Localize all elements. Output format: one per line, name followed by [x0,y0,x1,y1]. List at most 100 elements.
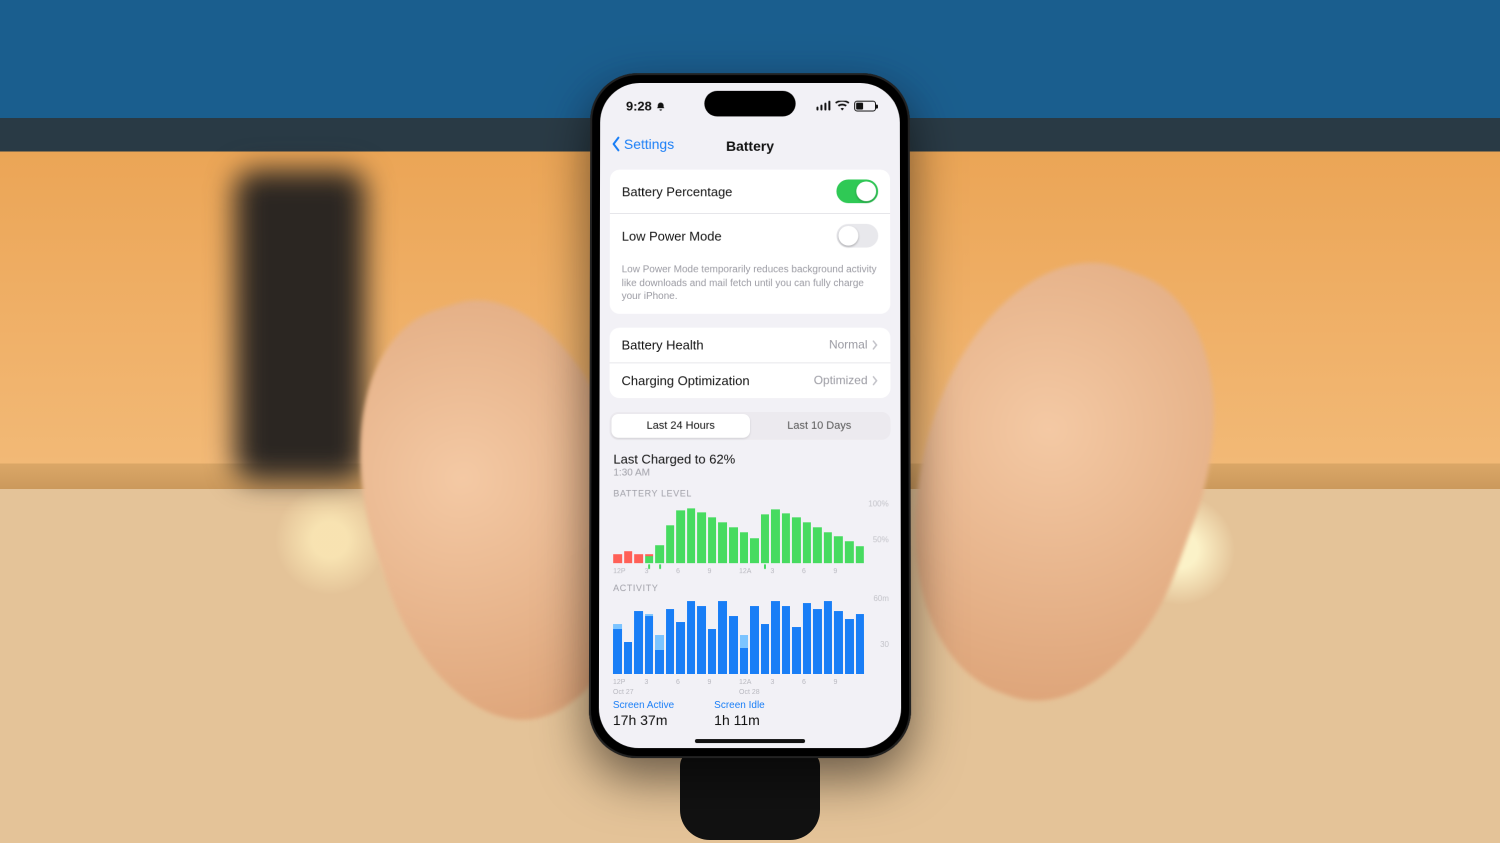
activity-bar [729,596,739,674]
chevron-right-icon [872,375,879,386]
activity-bar [645,596,655,674]
level-bar [740,501,750,563]
screen-idle-value: 1h 11m [714,712,765,728]
level-bar [655,501,665,563]
level-bar [761,501,771,563]
activity-bar [824,596,834,674]
activity-bar [845,596,855,674]
activity-bar [666,596,676,674]
activity-bar [634,596,644,674]
activity-metrics: Screen Active 17h 37m Screen Idle 1h 11m [599,692,901,732]
level-bar [750,501,760,563]
scroll-content[interactable]: Battery Percentage Low Power Mode Low Po… [599,170,901,748]
y-60m: 60m [873,594,889,603]
battery-percentage-label: Battery Percentage [622,184,733,199]
activity-bar [782,596,792,674]
level-bar [645,501,655,563]
activity-bar [718,596,728,674]
level-bar [729,501,739,563]
battery-level-label: BATTERY LEVEL [599,478,900,501]
activity-label: ACTIVITY [599,573,901,596]
group-toggles: Battery Percentage Low Power Mode Low Po… [610,170,891,314]
activity-bar [750,596,760,674]
activity-chart: 60m 30 12P36912A369 Oct 27Oct 28 [613,596,887,692]
segmented-control[interactable]: Last 24 Hours Last 10 Days [609,411,890,439]
y-100: 100% [868,499,888,508]
level-bar [708,501,718,563]
activity-bar [834,596,844,674]
iphone-frame: 9:28 Settings Battery [589,73,911,758]
battery-health-value: Normal [829,338,868,352]
activity-bar [624,596,634,674]
last-charged-time: 1:30 AM [613,467,886,478]
level-bar [697,501,707,563]
charging-opt-label: Charging Optimization [621,373,749,388]
activity-bar [687,596,697,674]
level-bar [803,501,813,563]
level-bar [782,501,792,563]
background-object [235,170,365,480]
row-battery-percentage[interactable]: Battery Percentage [610,170,890,213]
level-bar [634,501,644,563]
activity-bar [655,596,665,674]
battery-health-label: Battery Health [622,337,704,352]
y-30: 30 [880,640,889,649]
metric-screen-active: Screen Active 17h 37m [613,700,674,728]
activity-bar [697,596,707,674]
level-bar [624,501,634,563]
chevron-right-icon [871,339,878,350]
level-bar [676,501,686,563]
activity-bar [708,596,718,674]
group-links: Battery Health Normal Charging Optimizat… [610,327,891,397]
activity-bar [740,596,750,674]
dnd-icon [655,98,665,113]
status-time: 9:28 [626,98,652,113]
screen-active-label: Screen Active [613,700,674,711]
segment-10d[interactable]: Last 10 Days [750,413,889,437]
activity-bar [676,596,686,674]
nav-header: Settings Battery [600,128,900,167]
level-bar [855,501,865,563]
y-50: 50% [873,535,889,544]
row-battery-health[interactable]: Battery Health Normal [610,327,891,362]
low-power-footnote: Low Power Mode temporarily reduces backg… [610,257,891,313]
activity-bar [855,596,865,674]
activity-bar [813,596,823,674]
phone-stand [680,750,820,840]
last-charged: Last Charged to 62% 1:30 AM [599,447,900,478]
activity-bar [803,596,813,674]
cellular-icon [816,101,830,111]
activity-bar [771,596,781,674]
row-low-power[interactable]: Low Power Mode [610,213,890,257]
wifi-icon [835,101,849,111]
activity-bar [613,596,623,674]
iphone-screen: 9:28 Settings Battery [599,83,901,748]
row-charging-optimization[interactable]: Charging Optimization Optimized [610,362,891,398]
level-bar [719,501,729,563]
last-charged-headline: Last Charged to 62% [613,451,886,466]
level-bar [845,501,855,563]
level-bar [792,501,802,563]
activity-bar [792,596,802,674]
right-hand [853,225,1267,734]
battery-icon [854,100,876,111]
low-power-label: Low Power Mode [622,228,722,243]
page-title: Battery [600,138,900,154]
level-bar [771,501,781,563]
photo-scene: 9:28 Settings Battery [0,0,1500,843]
screen-active-value: 17h 37m [613,712,674,728]
level-bar [666,501,676,563]
activity-bar [761,596,771,674]
level-bar [813,501,823,563]
metric-screen-idle: Screen Idle 1h 11m [714,700,765,728]
battery-percentage-switch[interactable] [836,179,878,203]
dynamic-island [704,91,795,117]
level-bar [824,501,834,563]
screen-idle-label: Screen Idle [714,700,765,711]
level-bar [834,501,844,563]
segment-24h[interactable]: Last 24 Hours [611,413,750,437]
home-indicator[interactable] [695,739,805,743]
charging-opt-value: Optimized [814,373,868,387]
low-power-switch[interactable] [836,224,878,248]
level-bar [613,501,623,563]
